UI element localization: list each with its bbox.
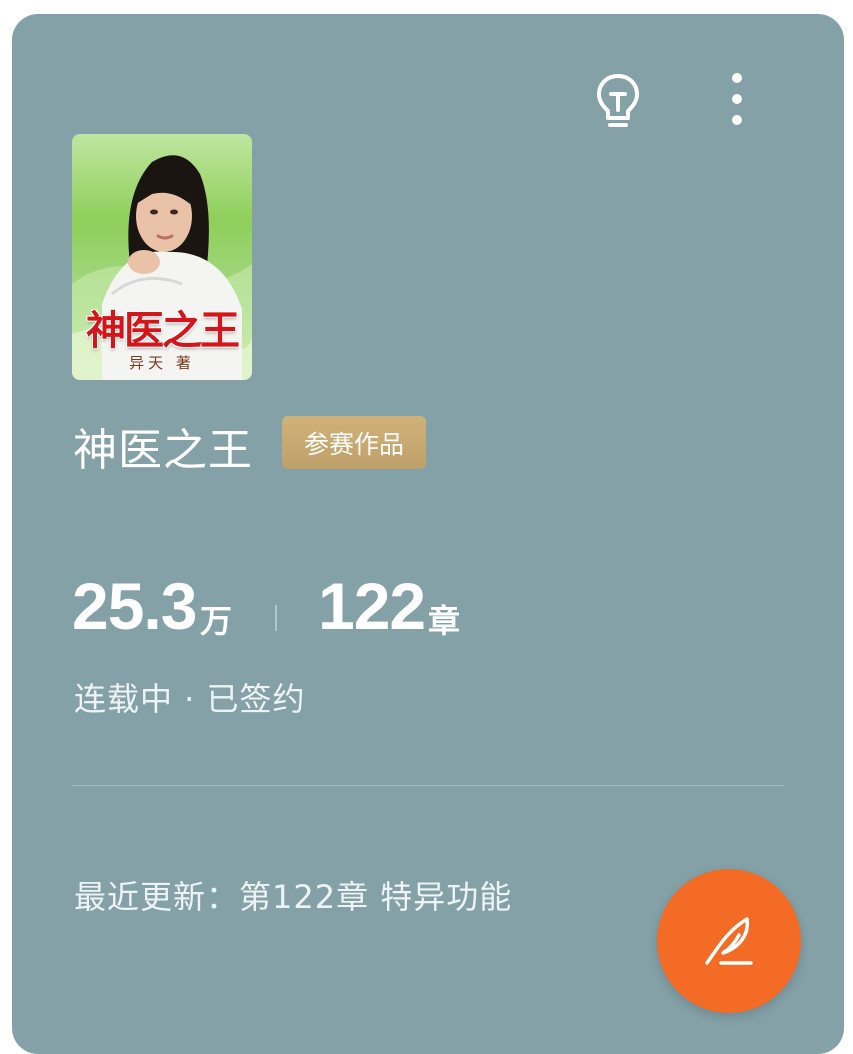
cover-author-text: 异天 著 xyxy=(129,354,195,372)
section-divider xyxy=(72,785,784,786)
word-count-value: 25.3 xyxy=(72,569,197,643)
chapter-count-unit: 章 xyxy=(428,602,461,640)
serial-status-text: 连载中 · 已签约 xyxy=(74,680,306,718)
write-fab-button[interactable] xyxy=(657,869,801,1013)
lightbulb-icon[interactable] xyxy=(590,70,646,132)
book-cover-image[interactable]: 神医之王 异天 著 xyxy=(72,134,252,380)
cover-title-text: 神医之王 xyxy=(86,307,240,354)
word-count-unit: 万 xyxy=(200,602,233,640)
chapter-count-value: 122 xyxy=(318,569,426,643)
contest-badge[interactable]: 参赛作品 xyxy=(282,416,426,469)
latest-update-link[interactable]: 最近更新：第122章 特异功能 xyxy=(74,872,512,918)
stats-separator xyxy=(275,605,277,631)
more-vertical-icon[interactable] xyxy=(720,68,754,130)
book-title: 神医之王 xyxy=(73,425,253,476)
quill-write-icon xyxy=(705,917,753,965)
